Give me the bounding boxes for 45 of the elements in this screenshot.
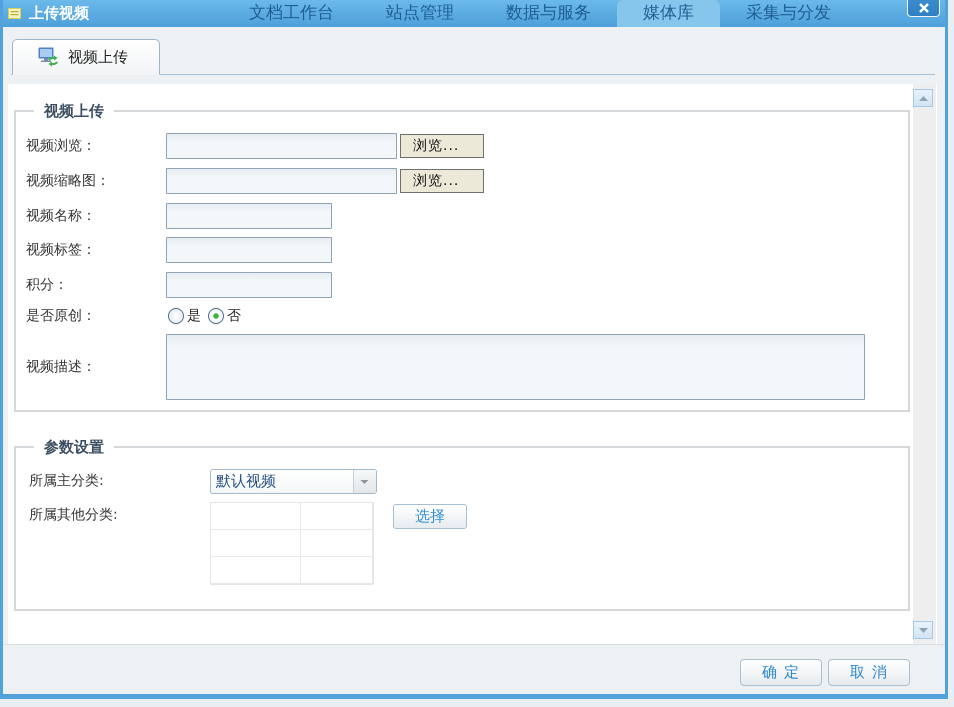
radio-label: 否 <box>227 306 241 325</box>
scroll-down-button[interactable] <box>913 621 933 639</box>
scrollbar-track[interactable] <box>913 84 936 644</box>
background-nav-tab[interactable]: 采集与分发 <box>720 0 857 27</box>
field-label: 视频缩略图： <box>26 172 111 190</box>
field-label: 所属主分类: <box>28 472 105 490</box>
file-path-field[interactable] <box>166 168 397 194</box>
field-label: 视频浏览： <box>26 137 97 155</box>
text-field[interactable] <box>166 237 332 264</box>
window-title: 上传视频 <box>29 4 89 23</box>
field-label: 视频标签： <box>26 241 97 260</box>
file-path-field[interactable] <box>166 133 397 159</box>
radio-label: 是 <box>187 306 201 325</box>
text-field[interactable] <box>166 272 332 298</box>
dropdown-caret-icon <box>353 470 376 493</box>
radio-button[interactable] <box>208 308 224 324</box>
background-nav-tab[interactable]: 数据与服务 <box>480 0 617 27</box>
background-nav-tab[interactable]: 媒体库 <box>617 0 720 27</box>
field-label: 积分： <box>26 276 69 294</box>
choose-button[interactable]: 选择 <box>393 504 467 529</box>
background-nav-tab[interactable]: 文档工作台 <box>223 0 360 27</box>
section-legend: 视频上传 <box>34 101 114 121</box>
browse-button[interactable]: 浏览... <box>400 134 484 158</box>
text-field[interactable] <box>166 202 332 229</box>
field-label: 是否原创： <box>26 306 97 325</box>
background-nav-tab[interactable]: 站点管理 <box>360 0 480 27</box>
browse-button[interactable]: 浏览... <box>400 168 484 193</box>
close-button[interactable] <box>907 0 940 17</box>
category-list-field[interactable] <box>210 502 373 585</box>
field-label: 所属其他分类: <box>28 506 119 524</box>
scroll-up-button[interactable] <box>913 89 933 107</box>
field-label: 视频描述： <box>26 358 97 376</box>
category-select[interactable]: 默认视频 <box>210 468 377 494</box>
confirm-button[interactable]: 确 定 <box>740 659 822 686</box>
radio-button[interactable] <box>168 308 184 324</box>
monitor-sync-icon <box>38 47 59 67</box>
window-icon <box>8 8 21 19</box>
tab[interactable]: 视频上传 <box>12 39 160 75</box>
description-field[interactable] <box>166 334 865 400</box>
caret-down-icon <box>918 628 928 632</box>
close-icon <box>918 3 928 13</box>
section-legend: 参数设置 <box>34 436 114 457</box>
cancel-button[interactable]: 取 消 <box>828 659 910 686</box>
caret-up-icon <box>918 96 928 100</box>
field-label: 视频名称： <box>26 206 97 225</box>
